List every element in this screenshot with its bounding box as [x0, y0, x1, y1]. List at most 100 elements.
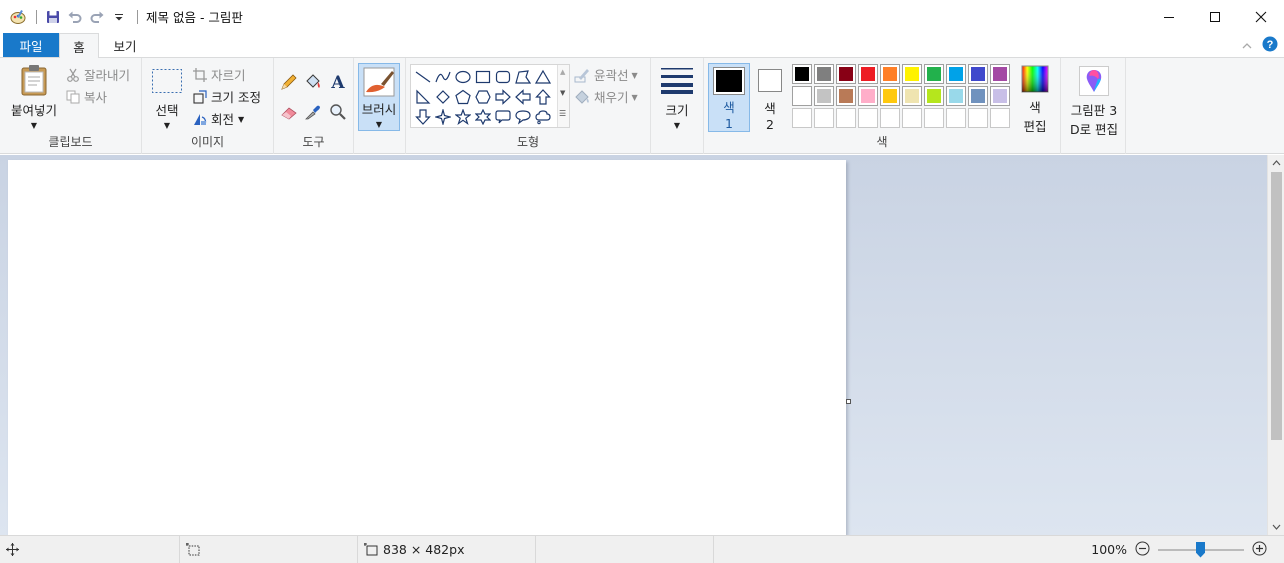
- diamond-shape-icon[interactable]: [433, 87, 453, 107]
- collapse-ribbon-icon[interactable]: [1242, 39, 1252, 53]
- save-icon[interactable]: [43, 7, 63, 27]
- palette-swatch[interactable]: [792, 64, 812, 84]
- edit-colors-button[interactable]: 색 편집: [1016, 65, 1054, 135]
- custom-color-slot[interactable]: [946, 108, 966, 128]
- magnifier-icon[interactable]: [329, 103, 347, 124]
- brushes-button[interactable]: 브러시 ▼: [358, 63, 400, 131]
- palette-swatch[interactable]: [814, 86, 834, 106]
- color2-button[interactable]: 색 2: [754, 66, 786, 132]
- palette-swatch[interactable]: [836, 64, 856, 84]
- vertical-scrollbar[interactable]: [1267, 155, 1284, 535]
- close-icon[interactable]: [1238, 0, 1284, 33]
- zoom-slider-thumb[interactable]: [1196, 541, 1205, 558]
- palette-swatch[interactable]: [880, 64, 900, 84]
- right-arrow-shape-icon[interactable]: [493, 87, 513, 107]
- cut-button[interactable]: 잘라내기: [66, 65, 130, 84]
- paste-button[interactable]: 붙여넣기 ▼: [8, 64, 60, 130]
- text-icon[interactable]: A: [329, 72, 347, 93]
- pentagon-shape-icon[interactable]: [453, 87, 473, 107]
- cloud-callout-shape-icon[interactable]: [533, 107, 553, 127]
- rounded-rectangle-shape-icon[interactable]: [493, 67, 513, 87]
- five-point-star-shape-icon[interactable]: [453, 107, 473, 127]
- palette-swatch[interactable]: [858, 86, 878, 106]
- shapes-gallery-scrollbar[interactable]: ▲ ▼ ☰: [557, 65, 569, 127]
- paint-app-icon[interactable]: [8, 7, 28, 27]
- scroll-down-icon[interactable]: [1268, 519, 1284, 535]
- palette-swatch[interactable]: [946, 64, 966, 84]
- color-picker-icon[interactable]: [304, 103, 322, 124]
- tab-view[interactable]: 보기: [104, 33, 146, 57]
- copy-button[interactable]: 복사: [66, 87, 107, 106]
- crop-button[interactable]: 자르기: [193, 65, 246, 84]
- palette-swatch[interactable]: [968, 86, 988, 106]
- size-button[interactable]: 크기 ▼: [657, 66, 697, 130]
- palette-swatch[interactable]: [968, 64, 988, 84]
- six-point-star-shape-icon[interactable]: [473, 107, 493, 127]
- scrollbar-thumb[interactable]: [1271, 172, 1282, 440]
- palette-swatch[interactable]: [836, 86, 856, 106]
- zoom-out-icon[interactable]: [1135, 541, 1150, 559]
- scroll-up-icon[interactable]: [1268, 155, 1284, 171]
- custom-color-slot[interactable]: [990, 108, 1010, 128]
- four-point-star-shape-icon[interactable]: [433, 107, 453, 127]
- oval-callout-shape-icon[interactable]: [513, 107, 533, 127]
- palette-swatch[interactable]: [924, 64, 944, 84]
- palette-swatch[interactable]: [814, 64, 834, 84]
- undo-icon[interactable]: [65, 7, 85, 27]
- right-triangle-shape-icon[interactable]: [413, 87, 433, 107]
- customize-dropdown-icon[interactable]: [109, 7, 129, 27]
- oval-shape-icon[interactable]: [453, 67, 473, 87]
- rectangle-shape-icon[interactable]: [473, 67, 493, 87]
- redo-icon[interactable]: [87, 7, 107, 27]
- resize-button[interactable]: 크기 조정: [193, 87, 261, 106]
- custom-color-slot[interactable]: [902, 108, 922, 128]
- line-shape-icon[interactable]: [413, 67, 433, 87]
- curve-shape-icon[interactable]: [433, 67, 453, 87]
- rounded-callout-shape-icon[interactable]: [493, 107, 513, 127]
- polygon-shape-icon[interactable]: [513, 67, 533, 87]
- gallery-more-icon[interactable]: ☰: [559, 109, 566, 118]
- left-arrow-shape-icon[interactable]: [513, 87, 533, 107]
- triangle-shape-icon[interactable]: [533, 67, 553, 87]
- maximize-icon[interactable]: [1192, 0, 1238, 33]
- palette-swatch[interactable]: [902, 86, 922, 106]
- fill-icon[interactable]: [304, 73, 322, 94]
- canvas-resize-handle-right[interactable]: [846, 399, 851, 404]
- palette-swatch[interactable]: [902, 64, 922, 84]
- custom-color-slot[interactable]: [880, 108, 900, 128]
- palette-swatch[interactable]: [792, 86, 812, 106]
- palette-swatch[interactable]: [880, 86, 900, 106]
- select-button[interactable]: 선택 ▼: [148, 68, 186, 130]
- minimize-icon[interactable]: [1146, 0, 1192, 33]
- tab-file[interactable]: 파일: [3, 33, 59, 57]
- pencil-icon[interactable]: [280, 73, 298, 94]
- color1-button[interactable]: 색 1: [708, 63, 750, 132]
- palette-swatch[interactable]: [858, 64, 878, 84]
- hexagon-shape-icon[interactable]: [473, 87, 493, 107]
- palette-swatch[interactable]: [990, 86, 1010, 106]
- palette-swatch[interactable]: [924, 86, 944, 106]
- up-arrow-shape-icon[interactable]: [533, 87, 553, 107]
- drawing-canvas[interactable]: [8, 160, 846, 535]
- rotate-button[interactable]: 회전 ▼: [193, 109, 244, 128]
- outline-button[interactable]: 윤곽선 ▼: [574, 65, 638, 84]
- eraser-icon[interactable]: [280, 103, 298, 124]
- palette-swatch[interactable]: [946, 86, 966, 106]
- custom-color-slot[interactable]: [836, 108, 856, 128]
- shapes-gallery[interactable]: ▲ ▼ ☰: [410, 64, 570, 128]
- zoom-in-icon[interactable]: [1252, 541, 1267, 559]
- custom-color-slot[interactable]: [858, 108, 878, 128]
- help-icon[interactable]: ?: [1262, 36, 1278, 55]
- fill-shape-button[interactable]: 채우기 ▼: [574, 87, 638, 106]
- gallery-up-icon[interactable]: ▲: [560, 68, 565, 76]
- tab-home[interactable]: 홈: [59, 33, 99, 58]
- down-arrow-shape-icon[interactable]: [413, 107, 433, 127]
- custom-color-slot[interactable]: [924, 108, 944, 128]
- custom-color-slot[interactable]: [792, 108, 812, 128]
- edit-with-paint3d-button[interactable]: 그림판 3 D로 편집: [1064, 66, 1124, 138]
- custom-color-slot[interactable]: [968, 108, 988, 128]
- custom-color-slot[interactable]: [814, 108, 834, 128]
- gallery-down-icon[interactable]: ▼: [560, 89, 565, 97]
- zoom-slider[interactable]: [1158, 541, 1244, 558]
- palette-swatch[interactable]: [990, 64, 1010, 84]
